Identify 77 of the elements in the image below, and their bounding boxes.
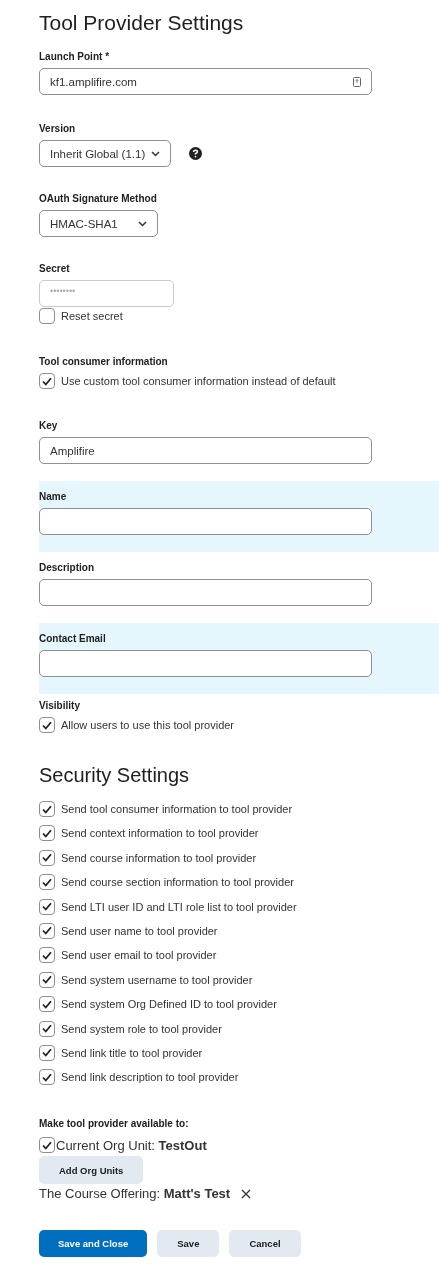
checkbox[interactable]: [39, 947, 55, 964]
checkmark-icon: [42, 926, 52, 936]
checkbox[interactable]: [39, 1069, 55, 1086]
checkbox-label: Send course information to tool provider: [61, 851, 257, 864]
checkmark-icon: [42, 950, 52, 960]
checkbox[interactable]: [39, 1044, 55, 1061]
action-button[interactable]: Save and Close: [39, 1230, 148, 1258]
checkmark-icon: [42, 720, 52, 730]
org-unit-label: Current Org Unit: TestOut: [56, 1137, 207, 1153]
checkbox-label: Allow users to use this tool provider: [61, 719, 235, 731]
launch-point-field[interactable]: kf1.amplifire.com: [39, 68, 372, 95]
checkmark-icon: [42, 975, 52, 985]
course-offering-label: The Course Offering: Matt's Test: [39, 1186, 231, 1202]
checkmark-icon: [42, 902, 52, 912]
checkbox-label: Send LTI user ID and LTI role list to tool provider: [61, 900, 297, 913]
checkbox[interactable]: [39, 373, 55, 389]
checkbox[interactable]: [39, 971, 55, 988]
section-heading: Security Settings: [39, 763, 191, 787]
field-label: Name: [39, 490, 68, 503]
signature-method-select[interactable]: HMAC-SHA1: [39, 210, 158, 237]
field-label: Description: [39, 561, 95, 574]
field-label: Version: [39, 122, 76, 135]
section-label: Make tool provider available to:: [39, 1117, 189, 1131]
section-label: Visibility: [39, 699, 80, 712]
checkmark-icon: [42, 1140, 52, 1150]
checkmark-icon: [42, 1024, 52, 1033]
checkbox[interactable]: [39, 825, 55, 842]
checkbox[interactable]: [39, 1137, 55, 1154]
text-field[interactable]: [39, 508, 372, 535]
checkbox-label: Reset secret: [61, 310, 123, 322]
checkmark-icon: [42, 828, 52, 838]
checkmark-icon: [42, 877, 52, 887]
checkbox-label: Send user email to tool provider: [61, 949, 217, 962]
checkbox[interactable]: [39, 308, 55, 324]
close-icon[interactable]: [241, 1188, 252, 1199]
checkmark-icon: [42, 999, 52, 1009]
field-label: Key: [39, 419, 59, 432]
action-button[interactable]: Save: [157, 1230, 220, 1258]
text-field[interactable]: [39, 650, 372, 677]
checkbox-label: Send link title to tool provider: [61, 1046, 203, 1059]
checkbox-label: Send tool consumer information to tool provider: [61, 803, 293, 815]
checkbox[interactable]: [39, 849, 55, 866]
checkbox-label: Send course section information to tool provider: [61, 876, 294, 889]
checkmark-icon: [42, 376, 52, 386]
text-field[interactable]: [39, 579, 372, 606]
checkbox-label: Send system username to tool provider: [61, 973, 253, 986]
checkbox-label: Use custom tool consumer information instead of default: [61, 375, 336, 387]
checkbox-label: Send system role to tool provider: [61, 1022, 222, 1035]
text-field[interactable]: Amplifire: [39, 437, 372, 464]
checkmark-icon: [42, 1048, 52, 1058]
checkbox[interactable]: [39, 922, 55, 939]
checkbox[interactable]: [39, 717, 55, 733]
checkmark-icon: [42, 853, 52, 863]
action-button[interactable]: Cancel: [229, 1230, 301, 1258]
field-label: OAuth Signature Method: [39, 192, 157, 205]
checkbox-label: Send user name to tool provider: [61, 924, 218, 937]
chevron-down-icon: [151, 150, 160, 157]
version-select[interactable]: Inherit Global (1.1): [39, 140, 171, 167]
checkmark-icon: [42, 804, 52, 814]
checkbox-label: Send context information to tool provider: [61, 827, 259, 840]
checkbox-label: Send system Org Defined ID to tool provider: [61, 998, 277, 1011]
chevron-down-icon: [138, 220, 147, 227]
checkbox-label: Send link description to tool provider: [61, 1071, 239, 1084]
field-label: Launch Point *: [39, 50, 110, 63]
checkbox[interactable]: [39, 1020, 55, 1037]
checkmark-icon: [42, 1072, 52, 1082]
document-icon: [353, 76, 361, 87]
field-label: Contact Email: [39, 632, 107, 645]
section-label: Tool consumer information: [39, 355, 168, 368]
checkbox[interactable]: [39, 996, 55, 1013]
checkbox[interactable]: [39, 898, 55, 915]
field-label: Secret: [39, 262, 70, 275]
checkbox[interactable]: [39, 801, 55, 817]
add-org-units-button[interactable]: Add Org Units: [39, 1156, 144, 1185]
page-title: Tool Provider Settings: [39, 10, 245, 36]
help-icon[interactable]: [189, 147, 202, 160]
checkbox[interactable]: [39, 874, 55, 891]
